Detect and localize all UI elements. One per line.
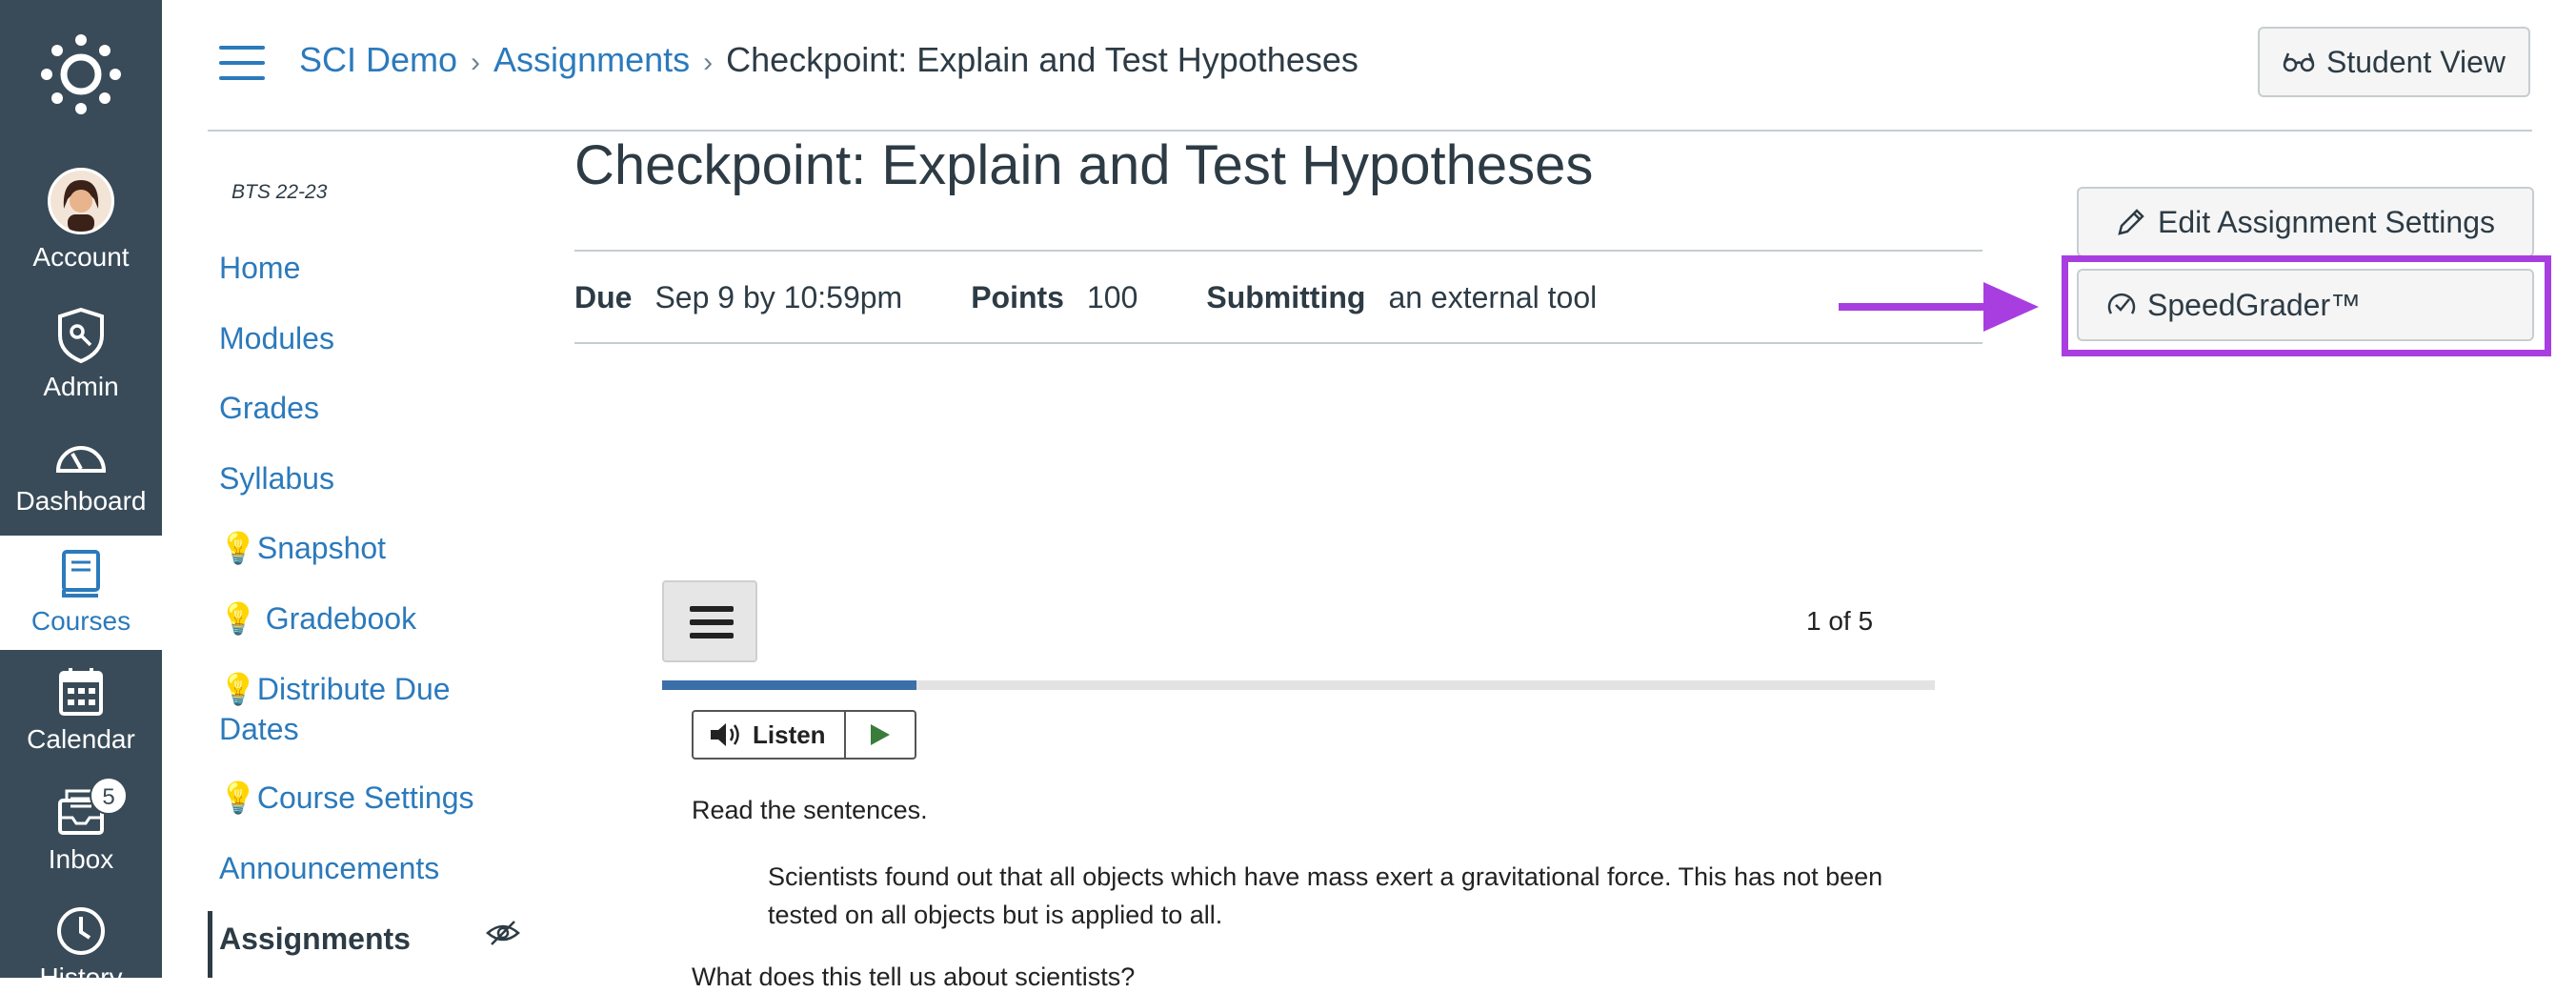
course-nav-modules[interactable]: Modules <box>219 318 334 358</box>
speedgrader-label: SpeedGrader™ <box>2147 287 2362 322</box>
breadcrumb-current: Checkpoint: Explain and Test Hypotheses <box>726 40 1358 79</box>
course-nav-active-indicator <box>208 911 212 978</box>
breadcrumb-course-link[interactable]: SCI Demo <box>299 40 457 79</box>
nav-calendar-label: Calendar <box>27 724 135 754</box>
course-menu-toggle[interactable] <box>219 46 265 80</box>
nav-dashboard[interactable]: Dashboard <box>0 436 162 517</box>
speedgrader-icon <box>2107 293 2136 314</box>
course-nav-syllabus[interactable]: Syllabus <box>219 458 334 498</box>
course-nav-grades[interactable]: Grades <box>219 388 319 428</box>
nav-account[interactable]: Account <box>0 168 162 273</box>
book-icon <box>62 550 100 598</box>
nav-account-label: Account <box>32 242 130 272</box>
nav-dashboard-label: Dashboard <box>15 486 147 516</box>
global-nav: Account Admin Dashboard Courses Calendar… <box>0 0 162 992</box>
course-nav-snapshot[interactable]: 💡Snapshot <box>219 528 386 568</box>
submitting-value: an external tool <box>1388 280 1598 314</box>
nav-admin-label: Admin <box>43 372 119 401</box>
speaker-icon <box>711 723 739 746</box>
course-nav-distribute-due-dates[interactable]: 💡Distribute Due Dates <box>219 669 486 749</box>
play-icon <box>871 724 890 745</box>
nav-inbox-label: Inbox <box>48 844 114 874</box>
glasses-icon <box>2283 52 2315 72</box>
pencil-icon <box>2118 209 2144 235</box>
canvas-logo-icon[interactable] <box>41 34 121 114</box>
points-label: Points <box>971 280 1064 314</box>
page-title: Checkpoint: Explain and Test Hypotheses <box>574 134 1594 196</box>
points-value: 100 <box>1086 280 1138 314</box>
course-nav-announcements[interactable]: Announcements <box>219 848 439 888</box>
shield-key-icon <box>58 307 104 364</box>
details-divider-bottom <box>574 342 1982 344</box>
highlight-arrow-icon <box>1839 282 2039 332</box>
student-view-label: Student View <box>2326 44 2506 79</box>
submitting-label: Submitting <box>1206 280 1366 314</box>
progress-fill <box>662 680 917 690</box>
course-nav-assignments[interactable]: Assignments <box>219 919 411 959</box>
play-button[interactable] <box>846 712 915 758</box>
question-prompt: Read the sentences. <box>692 796 928 824</box>
edit-assignment-settings-label: Edit Assignment Settings <box>2158 204 2495 239</box>
listen-button[interactable]: Listen <box>694 712 846 758</box>
breadcrumb: SCI Demo › Assignments › Checkpoint: Explain… <box>299 40 1358 80</box>
nav-admin[interactable]: Admin <box>0 307 162 402</box>
eye-slash-icon <box>486 921 520 945</box>
dashboard-gauge-icon <box>55 446 107 473</box>
due-label: Due <box>574 280 633 314</box>
course-nav-gradebook[interactable]: 💡 Gradebook <box>219 598 416 638</box>
nav-history-label: History <box>39 963 123 992</box>
details-divider-top <box>574 250 1982 252</box>
due-value: Sep 9 by 10:59pm <box>654 280 903 314</box>
question-pager: 1 of 5 <box>1806 606 1874 636</box>
listen-control: Listen <box>692 710 916 760</box>
breadcrumb-chevron-icon: › <box>471 47 481 78</box>
avatar <box>48 168 114 234</box>
student-view-button[interactable]: Student View <box>2258 27 2530 97</box>
course-term: BTS 22-23 <box>231 181 328 203</box>
speedgrader-button[interactable]: SpeedGrader™ <box>2077 269 2534 341</box>
clock-icon <box>57 907 105 955</box>
question-quote: Scientists found out that all objects wh… <box>768 862 1883 929</box>
inbox-unread-badge: 5 <box>90 777 128 815</box>
nav-calendar[interactable]: Calendar <box>0 667 162 755</box>
nav-courses-label: Courses <box>30 606 131 636</box>
assignment-details: Due Sep 9 by 10:59pm Points 100 Submitting an… <box>574 280 1597 315</box>
header-divider <box>208 130 2532 132</box>
nav-history[interactable]: History <box>0 905 162 993</box>
breadcrumb-chevron-icon: › <box>703 47 714 78</box>
nav-courses[interactable]: Courses <box>0 536 162 650</box>
edit-assignment-settings-button[interactable]: Edit Assignment Settings <box>2077 187 2534 257</box>
breadcrumb-assignments-link[interactable]: Assignments <box>493 40 690 79</box>
course-nav-home[interactable]: Home <box>219 248 300 288</box>
nav-inbox[interactable]: Inbox <box>0 787 162 875</box>
tool-menu-button[interactable] <box>662 580 757 662</box>
listen-label: Listen <box>753 719 826 749</box>
calendar-icon <box>59 668 103 716</box>
course-nav-course-settings[interactable]: 💡Course Settings <box>219 778 474 818</box>
